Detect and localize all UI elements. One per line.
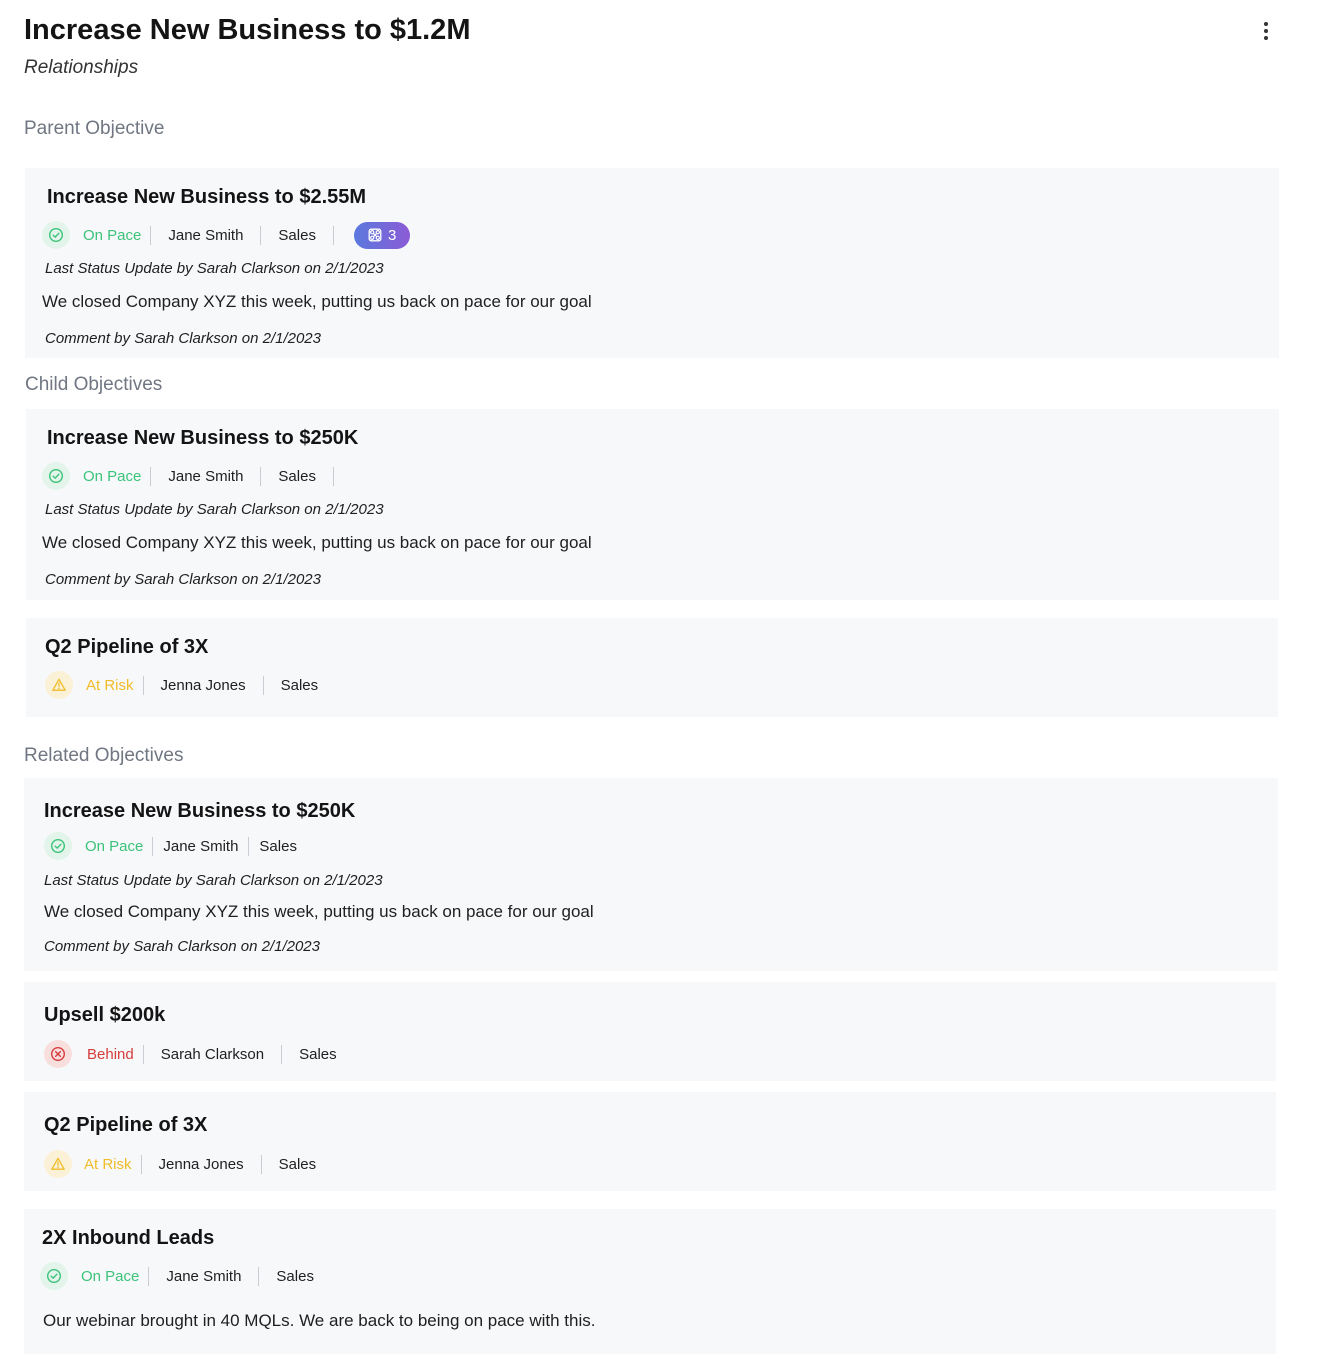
owner-name: Jane Smith (166, 1267, 242, 1285)
badge-count: 3 (387, 226, 397, 244)
team-name: Sales (280, 676, 319, 694)
last-status-update: Last Status Update by Sarah Clarkson on … (44, 872, 383, 889)
team-name: Sales (278, 1155, 317, 1173)
comment-line: Comment by Sarah Clarkson on 2/1/2023 (45, 330, 321, 347)
status-label: At Risk (84, 1155, 132, 1173)
related-count-badge[interactable]: 3 (353, 221, 411, 249)
objective-title[interactable]: 2X Inbound Leads (42, 1227, 214, 1250)
status-label: Behind (87, 1045, 134, 1063)
check-circle-icon (42, 462, 70, 490)
check-circle-icon (42, 221, 70, 249)
x-circle-icon (44, 1040, 72, 1068)
status-label: On Pace (83, 226, 142, 244)
divider (332, 225, 334, 245)
team-name: Sales (278, 467, 316, 485)
comment-line: Comment by Sarah Clarkson on 2/1/2023 (44, 938, 320, 955)
page-subtitle: Relationships (24, 57, 139, 78)
comment-line: Comment by Sarah Clarkson on 2/1/2023 (45, 571, 321, 588)
objective-title[interactable]: Q2 Pipeline of 3X (44, 1114, 207, 1137)
status-label: At Risk (86, 676, 134, 694)
divider (332, 466, 334, 486)
section-label-parent: Parent Objective (24, 118, 165, 139)
last-status-update: Last Status Update by Sarah Clarkson on … (45, 501, 384, 518)
objective-title[interactable]: Increase New Business to $250K (47, 427, 358, 450)
owner-name: Jane Smith (168, 467, 244, 485)
objective-title[interactable]: Upsell $200k (44, 1004, 165, 1027)
objective-title[interactable]: Increase New Business to $2.55M (47, 186, 366, 209)
parent-objective-card[interactable]: Increase New Business to $2.55M On Pace … (25, 168, 1279, 358)
objective-meta: At Risk Jenna Jones Sales (45, 671, 335, 699)
page-title: Increase New Business to $1.2M (24, 14, 471, 46)
owner-name: Jenna Jones (160, 676, 246, 694)
objective-meta: On Pace Jane Smith Sales 3 (42, 221, 411, 249)
team-name: Sales (276, 1267, 314, 1285)
objective-meta: Behind Sarah Clarkson Sales (44, 1040, 354, 1068)
team-name: Sales (278, 226, 316, 244)
status-update-text: We closed Company XYZ this week, putting… (44, 902, 594, 921)
link-nodes-icon (368, 228, 382, 242)
status-update-text: We closed Company XYZ this week, putting… (42, 292, 592, 311)
owner-name: Sarah Clarkson (160, 1045, 265, 1063)
related-objective-card[interactable]: Increase New Business to $250K On Pace J… (24, 778, 1278, 971)
child-objective-card[interactable]: Increase New Business to $250K On Pace J… (26, 409, 1279, 600)
warning-triangle-icon (45, 671, 73, 699)
objective-title[interactable]: Increase New Business to $250K (44, 800, 355, 823)
related-objective-card[interactable]: Q2 Pipeline of 3X At Risk Jenna Jones Sa… (24, 1092, 1276, 1191)
objective-meta: At Risk Jenna Jones Sales (44, 1150, 333, 1178)
owner-name: Jenna Jones (158, 1155, 244, 1173)
section-label-related: Related Objectives (24, 745, 184, 766)
last-status-update: Last Status Update by Sarah Clarkson on … (45, 260, 384, 277)
owner-name: Jane Smith (163, 837, 239, 855)
check-circle-icon (44, 832, 72, 860)
objective-meta: On Pace Jane Smith Sales (40, 1262, 331, 1290)
team-name: Sales (299, 1045, 337, 1063)
status-update-text: We closed Company XYZ this week, putting… (42, 533, 592, 552)
objective-meta: On Pace Jane Smith Sales (42, 462, 334, 490)
team-name: Sales (259, 837, 297, 855)
objective-title[interactable]: Q2 Pipeline of 3X (45, 636, 208, 659)
status-label: On Pace (81, 1267, 140, 1285)
related-objective-card[interactable]: 2X Inbound Leads On Pace Jane Smith Sale… (24, 1209, 1276, 1354)
check-circle-icon (40, 1262, 68, 1290)
warning-triangle-icon (44, 1150, 72, 1178)
status-update-text: Our webinar brought in 40 MQLs. We are b… (43, 1311, 596, 1330)
section-label-child: Child Objectives (25, 374, 163, 395)
owner-name: Jane Smith (168, 226, 244, 244)
status-label: On Pace (85, 837, 144, 855)
objective-meta: On Pace Jane Smith Sales (44, 832, 307, 860)
status-label: On Pace (83, 467, 142, 485)
child-objective-card[interactable]: Q2 Pipeline of 3X At Risk Jenna Jones Sa… (26, 618, 1278, 717)
more-vertical-icon[interactable] (1254, 18, 1278, 44)
related-objective-card[interactable]: Upsell $200k Behind Sarah Clarkson Sales (24, 982, 1276, 1081)
